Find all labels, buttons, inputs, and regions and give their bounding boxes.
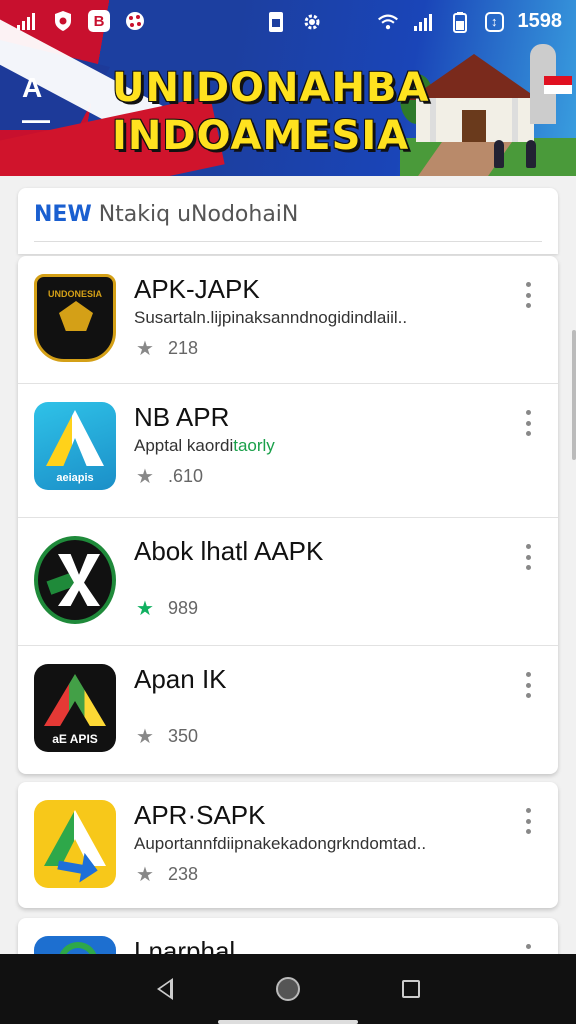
more-options-icon[interactable] [520, 282, 536, 308]
app-list-card: APR·SAPK Auportannfdiipnakekadongrkndomt… [18, 782, 558, 908]
app-list-item[interactable]: Abok lhatl AAPK ★ 989 [18, 518, 558, 646]
app-icon-drive [34, 800, 116, 888]
wifi-icon [377, 11, 399, 33]
navigation-bar [0, 954, 576, 1024]
signal-icon [413, 11, 435, 33]
app-description-text: Apptal kaordi [134, 436, 234, 455]
back-button[interactable] [150, 974, 180, 1004]
recents-button[interactable] [396, 974, 426, 1004]
app-icon-text: aE APIS [52, 732, 98, 746]
app-icon-text: aeiapis [56, 472, 94, 484]
recents-icon [402, 980, 420, 998]
app-rating: ★ 238 [136, 862, 198, 887]
banner-title-line1: UNIDONAHBA [112, 65, 430, 111]
back-icon [157, 978, 173, 1000]
star-icon: ★ [136, 466, 154, 488]
app-icon-text: UNDONESIA [47, 289, 102, 299]
signal-icon [16, 10, 38, 32]
app-description: Apptal kaorditaorly [134, 436, 275, 456]
home-icon [276, 977, 300, 1001]
app-rating: ★ 989 [136, 596, 198, 621]
app-icon-triangle: aeiapis [34, 402, 116, 490]
app-list-card: UNDONESIA APK-JAPK Susartaln.lijpinaksan… [18, 256, 558, 774]
app-description: Susartaln.lijpinaksanndnogidindlaiil.. [134, 308, 408, 327]
section-header: NEW Ntakiq uNodohaiN [18, 188, 558, 254]
battery-icon [449, 11, 471, 33]
divider [34, 241, 542, 242]
section-title-text: Ntakiq uNodohaiN [98, 202, 299, 227]
app-name: Apan IK [134, 664, 227, 694]
app-icon-x [34, 536, 116, 624]
star-icon: ★ [136, 864, 154, 886]
banner-title-line2: INDOAMESIA [112, 113, 410, 159]
app-name: Abok lhatl AAPK [134, 536, 324, 566]
battery-label: ↕ [485, 11, 504, 32]
app-list-item[interactable]: aeiapis NB APR Apptal kaorditaorly ★ .61… [18, 384, 558, 518]
new-label: NEW [34, 202, 92, 227]
settings-icon [124, 10, 146, 32]
rating-value: 350 [167, 726, 198, 746]
brand-logo[interactable]: A— [22, 72, 64, 135]
home-button[interactable] [273, 974, 303, 1004]
section-title: NEW Ntakiq uNodohaiN [34, 202, 298, 227]
more-options-icon[interactable] [520, 808, 536, 834]
banner-title: UNIDONAHBA INDOAMESIA [112, 64, 429, 160]
clock-time: 1598 [517, 10, 563, 32]
star-icon: ★ [136, 338, 154, 360]
header-banner: B ↕ 1598 A— UNIDONAHBA INDOAMESIA [0, 0, 576, 176]
shield-icon [52, 10, 74, 32]
rating-value: .610 [167, 466, 203, 486]
rating-value: 218 [167, 338, 198, 358]
app-name: NB APR [134, 402, 230, 432]
app-icon-badge: UNDONESIA [34, 274, 116, 362]
app-icon-colored-a: aE APIS [34, 664, 116, 752]
flag-icon [544, 76, 572, 94]
more-options-icon[interactable] [520, 544, 536, 570]
app-name: APK-JAPK [134, 274, 260, 304]
star-icon: ★ [136, 726, 154, 748]
app-rating: ★ 218 [136, 336, 198, 361]
app-description: Auportannfdiipnakekadongrkndomtad.. [134, 834, 427, 853]
star-icon: ★ [136, 598, 154, 620]
rating-value: 238 [167, 864, 198, 884]
app-rating: ★ .610 [136, 464, 203, 489]
app-list-item[interactable]: APR·SAPK Auportannfdiipnakekadongrkndomt… [18, 782, 558, 908]
app-icon: B [88, 10, 110, 32]
rating-value: 989 [167, 598, 198, 618]
gesture-handle[interactable] [218, 1020, 358, 1024]
app-description-accent: taorly [233, 436, 275, 455]
gear-icon [301, 11, 323, 33]
app-list-item[interactable]: aE APIS Apan IK ★ 350 [18, 646, 558, 774]
app-rating: ★ 350 [136, 724, 198, 749]
more-options-icon[interactable] [520, 672, 536, 698]
app-list-item[interactable]: UNDONESIA APK-JAPK Susartaln.lijpinaksan… [18, 256, 558, 384]
sim-icon [265, 11, 287, 33]
status-bar: B ↕ 1598 [0, 0, 576, 44]
app-name: APR·SAPK [134, 800, 266, 830]
scrollbar[interactable] [572, 330, 576, 460]
more-options-icon[interactable] [520, 410, 536, 436]
